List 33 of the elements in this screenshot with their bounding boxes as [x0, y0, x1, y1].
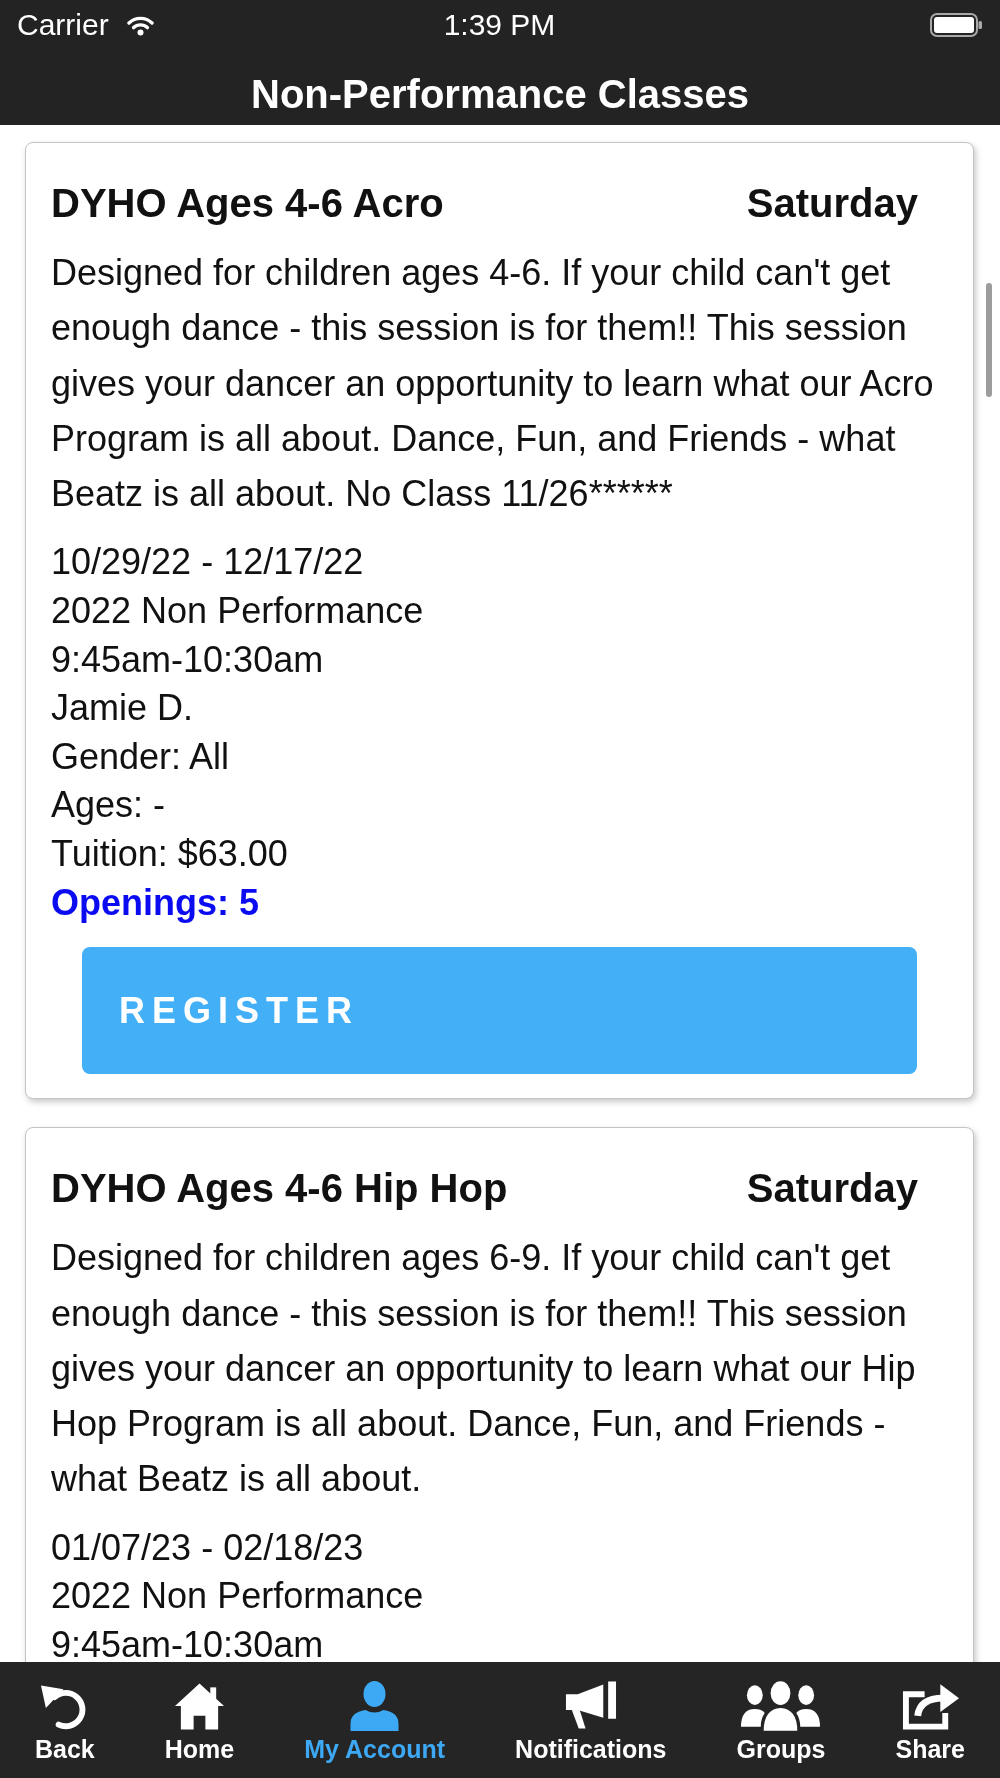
person-icon: [349, 1681, 401, 1731]
wifi-icon: [126, 14, 154, 36]
class-description: Designed for children ages 6-9. If your child can't get enough dance - this session is for them!! This session gives your dancer an opportunity to learn what our Hip Hop Program is all about. Dance, Fun, and Friends - what Beatz is all about.: [51, 1236, 917, 1502]
class-day: Saturday: [746, 177, 918, 229]
gender-info: Gender: All: [51, 734, 231, 779]
tab-item[interactable]: Home: [164, 1681, 235, 1764]
tab-item[interactable]: Share: [895, 1681, 965, 1764]
class-day: Saturday: [746, 1162, 918, 1215]
tab-item[interactable]: My Account: [304, 1681, 446, 1764]
class-time: 9:45am-10:30am: [51, 1622, 325, 1662]
date-range: 01/07/23 - 02/18/23: [51, 1525, 365, 1570]
date-range: 10/29/22 - 12/17/22: [51, 540, 365, 585]
battery-icon: [930, 13, 982, 37]
tab-item[interactable]: Back: [35, 1681, 95, 1764]
megaphone-icon: [564, 1681, 618, 1731]
people-icon: [741, 1681, 821, 1731]
ages-info: Ages: -: [51, 783, 167, 828]
tab-item[interactable]: Notifications: [515, 1681, 667, 1764]
share-icon: [900, 1681, 960, 1731]
class-title: DYHO Ages 4-6 Hip Hop: [51, 1165, 508, 1213]
class-time: 9:45am-10:30am: [51, 637, 325, 682]
season-label: 2022 Non Performance: [51, 589, 425, 634]
season-label: 2022 Non Performance: [51, 1574, 425, 1619]
home-icon: [174, 1681, 226, 1731]
tab-item[interactable]: Groups: [736, 1681, 826, 1764]
page-title: Non-Performance Classes: [251, 71, 749, 118]
carrier-label: Carrier: [17, 7, 109, 43]
class-description: Designed for children ages 4-6. If your child can't get enough dance - this session is for them!! This session gives your dancer an opportunity to learn what our Acro Program is all about. Dance, Fun, and Friends - what Beatz is all about. No Class 11/26******: [51, 251, 935, 517]
openings-count: Openings: 5: [51, 880, 261, 925]
class-title: DYHO Ages 4-6 Acro: [51, 180, 444, 227]
instructor-name: Jamie D.: [51, 686, 195, 731]
time-label: 1:39 PM: [443, 7, 556, 43]
tuition-info: Tuition: $63.00: [51, 832, 289, 877]
